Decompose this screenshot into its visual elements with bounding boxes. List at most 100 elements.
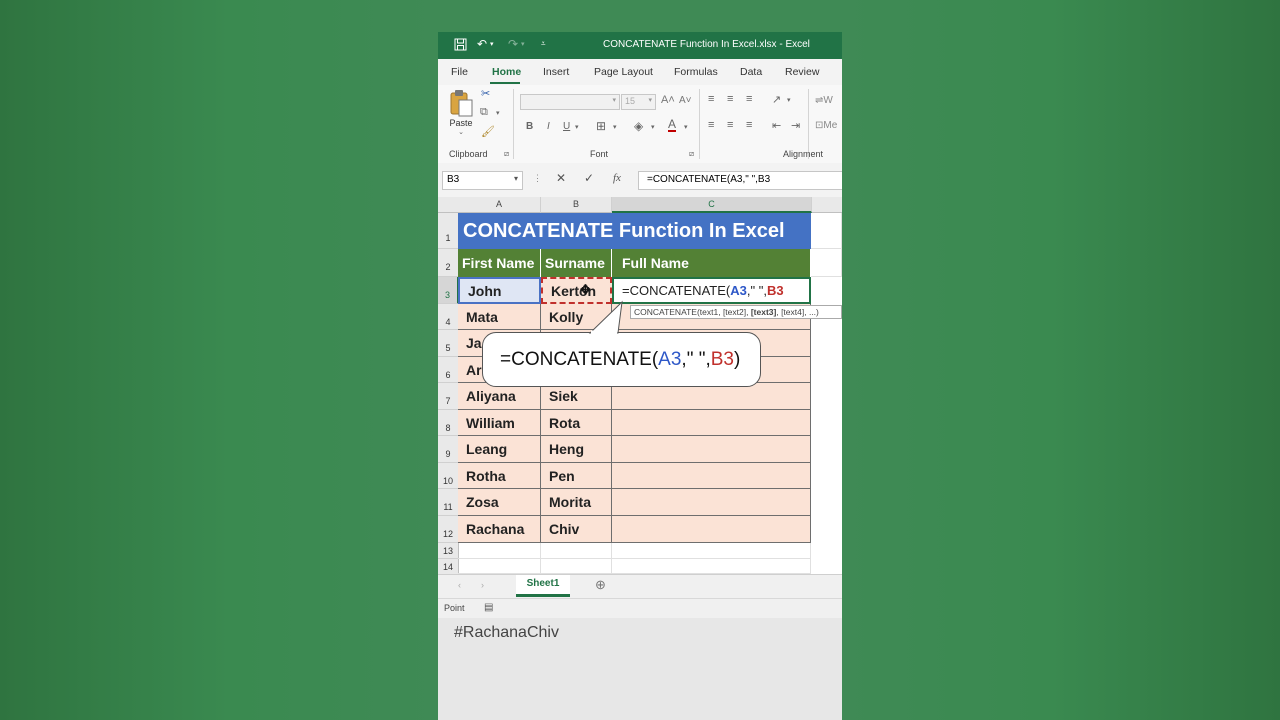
customize-toolbar-icon[interactable]: ⩡ [541,39,546,49]
data-cell[interactable]: Rotha [458,463,541,489]
tab-insert[interactable]: Insert [543,66,569,78]
merge-center-button[interactable]: ⊡Me [815,120,837,131]
data-cell[interactable]: Rachana [458,516,541,543]
empty-cell[interactable] [541,543,612,559]
font-name-select[interactable]: ▾ [520,94,620,110]
row-header[interactable]: 10 [438,463,459,489]
data-cell[interactable] [612,436,811,463]
header-cell-surname[interactable]: Surname [541,249,612,277]
align-left-icon[interactable]: ≡ [708,119,714,131]
empty-cell[interactable] [612,543,811,559]
borders-dropdown-icon[interactable]: ▾ [613,123,617,131]
data-cell[interactable]: Heng [541,436,612,463]
name-box-dropdown-icon[interactable]: ▾ [514,174,518,183]
header-cell-first-name[interactable]: First Name [458,249,541,277]
row-header[interactable]: 13 [438,543,459,559]
tab-page-layout[interactable]: Page Layout [594,66,653,78]
paste-dropdown-icon[interactable]: ⌄ [448,128,474,136]
column-header-a[interactable]: A [458,197,541,213]
wrap-text-button[interactable]: ⇌W [815,95,833,106]
bottom-align-icon[interactable]: ≡ [746,93,752,105]
data-cell[interactable] [612,489,811,516]
editing-cell-c3[interactable]: =CONCATENATE(A3 ," ", B3 [612,277,811,304]
data-cell[interactable]: Leang [458,436,541,463]
row-header[interactable]: 8 [438,410,459,436]
column-header-d[interactable] [812,197,842,213]
bold-button[interactable]: B [526,121,533,132]
font-color-icon[interactable]: A [668,118,677,132]
decrease-font-icon[interactable]: A˅ [679,95,692,106]
save-icon[interactable] [454,38,467,54]
orientation-icon[interactable]: ↗ [772,93,781,106]
underline-button[interactable]: U [563,121,570,132]
data-cell[interactable]: Morita [541,489,612,516]
italic-button[interactable]: I [547,121,550,132]
redo-icon[interactable]: ↷ [508,37,518,51]
undo-icon[interactable]: ↶ [477,37,487,51]
data-cell[interactable]: Aliyana [458,383,541,410]
tab-file[interactable]: File [451,66,468,78]
row-header[interactable]: 11 [438,489,459,516]
empty-cell[interactable] [811,213,842,249]
data-cell[interactable] [612,383,811,410]
tab-formulas[interactable]: Formulas [674,66,718,78]
data-cell[interactable]: Siek [541,383,612,410]
data-cell[interactable] [612,410,811,436]
increase-font-icon[interactable]: A˄ [661,94,675,106]
data-cell[interactable] [612,516,811,543]
accessibility-icon[interactable]: ▤ [484,602,493,613]
font-launcher-icon[interactable]: ⧄ [689,149,694,159]
data-cell[interactable]: Chiv [541,516,612,543]
row-header[interactable]: 12 [438,516,459,543]
column-header-c[interactable]: C [612,197,812,213]
select-all-corner[interactable] [438,197,459,213]
tab-review[interactable]: Review [785,66,819,78]
name-box[interactable]: B3 ▾ [442,171,523,190]
underline-dropdown-icon[interactable]: ▾ [575,123,579,131]
empty-cell[interactable] [458,543,541,559]
add-sheet-icon[interactable]: ⊕ [595,577,606,593]
align-right-icon[interactable]: ≡ [746,119,752,131]
borders-icon[interactable]: ⊞ [596,119,606,133]
middle-align-icon[interactable]: ≡ [727,93,733,105]
font-size-select[interactable]: 15 ▾ [621,94,656,110]
row-header[interactable]: 2 [438,249,459,277]
column-header-b[interactable]: B [541,197,612,213]
cut-icon[interactable]: ✂ [481,87,490,100]
undo-dropdown-icon[interactable]: ▾ [490,40,494,48]
clipboard-launcher-icon[interactable]: ⧄ [504,149,509,159]
enter-icon[interactable]: ✓ [584,171,594,185]
increase-indent-icon[interactable]: ⇥ [791,119,800,132]
tab-home[interactable]: Home [492,66,521,78]
copy-dropdown-icon[interactable]: ▾ [496,109,500,117]
row-header[interactable]: 6 [438,357,459,383]
row-header[interactable]: 14 [438,559,459,575]
paste-button[interactable]: Paste ⌄ [448,89,474,136]
row-header[interactable]: 4 [438,304,459,330]
font-color-dropdown-icon[interactable]: ▾ [684,123,688,131]
sheet-title-cell[interactable]: CONCATENATE Function In Excel [458,213,811,249]
data-cell[interactable]: Pen [541,463,612,489]
data-cell[interactable]: Rota [541,410,612,436]
fill-color-icon[interactable]: ◈ [634,119,643,133]
empty-cell[interactable] [811,249,842,277]
empty-cell[interactable] [612,559,811,574]
copy-icon[interactable]: ⧉ [480,106,488,119]
data-cell[interactable] [612,463,811,489]
scroll-right-icon[interactable]: › [481,580,484,590]
row-header[interactable]: 5 [438,330,459,357]
tab-data[interactable]: Data [740,66,762,78]
format-painter-icon[interactable]: 🖌 [481,125,495,138]
row-header[interactable]: 9 [438,436,459,463]
formula-input[interactable]: =CONCATENATE(A3," ",B3 [638,171,842,190]
decrease-indent-icon[interactable]: ⇤ [772,119,781,132]
sheet-tab-sheet1[interactable]: Sheet1 [516,575,570,597]
empty-cell[interactable] [541,559,612,574]
empty-cell[interactable] [458,559,541,574]
row-header[interactable]: 3 [438,277,459,304]
scroll-left-icon[interactable]: ‹ [458,580,461,590]
data-cell-a3[interactable]: John [458,277,541,304]
align-center-icon[interactable]: ≡ [727,119,733,131]
top-align-icon[interactable]: ≡ [708,93,714,105]
data-cell[interactable]: William [458,410,541,436]
